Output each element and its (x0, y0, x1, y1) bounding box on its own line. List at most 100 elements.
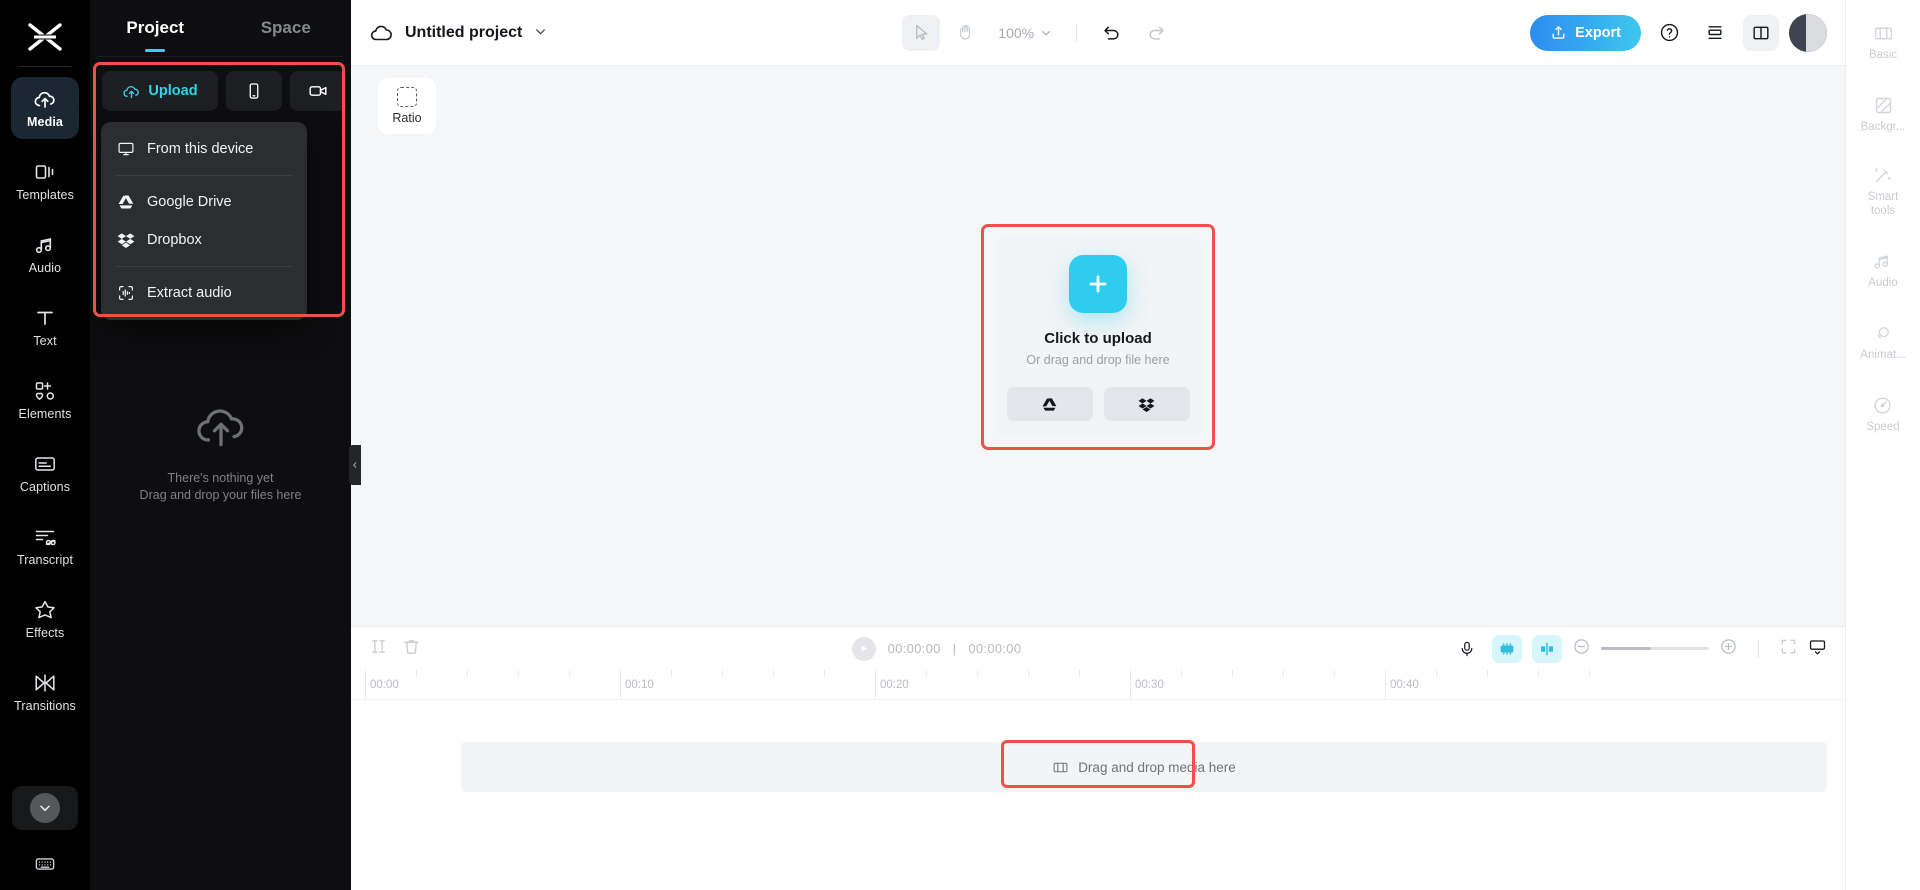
panel-toggle-button[interactable] (1743, 14, 1779, 51)
help-button[interactable] (1651, 15, 1687, 51)
toolbar-divider (1076, 23, 1078, 42)
menu-item-google-drive[interactable]: Google Drive (101, 183, 307, 221)
google-drive-button[interactable] (1006, 387, 1093, 421)
dropbox-icon (117, 233, 135, 248)
keyboard-shortcuts-button[interactable] (22, 844, 68, 884)
collapse-rail-button[interactable] (12, 786, 78, 830)
split-panel-icon (1753, 26, 1769, 39)
panel-resize-handle[interactable] (349, 445, 361, 485)
sidebar-item-media[interactable]: Media (11, 77, 79, 139)
add-media-button[interactable] (1069, 255, 1127, 313)
menu-item-dropbox[interactable]: Dropbox (101, 221, 307, 259)
tab-space[interactable]: Space (221, 0, 352, 56)
rail-divider (19, 66, 71, 67)
play-icon (861, 645, 867, 652)
split-icon (371, 639, 386, 653)
google-drive-icon (1042, 397, 1057, 411)
effects-star-icon (35, 600, 55, 619)
menu-item-extract-audio[interactable]: Extract audio (101, 274, 307, 312)
sidebar-item-label: Text (33, 334, 57, 348)
camera-icon (309, 86, 327, 96)
project-title: Untitled project (405, 23, 523, 41)
upload-from-phone-button[interactable] (226, 71, 282, 111)
hand-tool-button[interactable] (946, 15, 984, 51)
timeline-zoom-slider[interactable] (1601, 647, 1709, 650)
film-basic-icon (1874, 27, 1892, 40)
ruler-tick-minor (1538, 670, 1539, 677)
voiceover-button[interactable] (1452, 635, 1482, 663)
right-item-audio[interactable]: Audio (1868, 240, 1898, 300)
sidebar-item-label: Media (27, 115, 63, 129)
sidebar-item-effects[interactable]: Effects (11, 588, 79, 650)
redo-button[interactable] (1137, 15, 1175, 51)
display-settings-button[interactable] (1808, 637, 1827, 661)
top-bar-actions: Export (1530, 13, 1827, 52)
media-empty-subtitle: Drag and drop your files here (139, 488, 302, 502)
redo-icon (1149, 26, 1164, 40)
ruler-tick-minor (671, 670, 672, 677)
rail-bottom-controls (0, 786, 90, 890)
plus-icon (1089, 275, 1107, 293)
right-item-animation[interactable]: Animat... (1860, 312, 1906, 372)
ruler-tick-minor (416, 670, 417, 677)
timeline-edit-tools (369, 637, 421, 661)
phone-icon (249, 83, 259, 99)
right-item-smart-tools[interactable]: Smart tools (1867, 156, 1899, 228)
avatar[interactable] (1789, 13, 1827, 52)
right-item-label: Backgr... (1860, 121, 1906, 133)
project-menu-chevron-down-icon[interactable] (534, 25, 547, 41)
auto-adjust-toggle[interactable] (1492, 634, 1522, 663)
zoom-out-button[interactable] (1572, 637, 1591, 661)
total-time: 00:00:00 (968, 641, 1022, 656)
ruler-tick-minor (1181, 670, 1182, 677)
sidebar-item-templates[interactable]: Templates (11, 150, 79, 212)
sidebar-item-elements[interactable]: Elements (11, 369, 79, 431)
upload-button-row: Upload (90, 57, 351, 111)
menu-item-label: Dropbox (147, 232, 202, 248)
tab-project[interactable]: Project (90, 0, 221, 56)
film-strip-icon (1053, 762, 1068, 772)
right-item-background[interactable]: Backgr... (1860, 84, 1906, 144)
dropbox-button[interactable] (1103, 387, 1190, 421)
upload-card-title: Click to upload (1044, 330, 1152, 347)
upload-button[interactable]: Upload (102, 71, 218, 111)
ruler-tick-minor (1589, 670, 1590, 677)
click-to-upload-card[interactable]: Click to upload Or drag and drop file he… (994, 238, 1202, 438)
extract-audio-icon (119, 286, 133, 300)
transcript-icon (35, 530, 56, 546)
snap-toggle[interactable] (1532, 634, 1562, 663)
zoom-in-button[interactable] (1719, 637, 1738, 661)
right-item-speed[interactable]: Speed (1866, 384, 1900, 444)
sidebar-item-text[interactable]: Text (11, 296, 79, 358)
zoom-level-dropdown[interactable]: 100% (998, 25, 1052, 41)
sidebar-item-transitions[interactable]: Transitions (11, 661, 79, 723)
sidebar-item-captions[interactable]: Captions (11, 442, 79, 504)
select-tool-button[interactable] (902, 14, 941, 51)
playback-controls: 00:00:00 | 00:00:00 (421, 636, 1452, 661)
menu-item-from-this-device[interactable]: From this device (101, 130, 307, 168)
sidebar-item-audio[interactable]: Audio (11, 223, 79, 285)
cloud-upload-icon (196, 409, 243, 447)
timeline-ruler[interactable]: 00:00 00:10 00:20 00:30 00:40 (351, 670, 1845, 700)
split-button[interactable] (369, 637, 388, 661)
layout-button[interactable] (1697, 15, 1733, 51)
dropbox-icon (1138, 397, 1155, 412)
menu-divider (115, 175, 293, 176)
tab-label: Project (126, 18, 185, 37)
sidebar-item-transcript[interactable]: Transcript (11, 515, 79, 577)
monitor-dropdown-icon (1809, 639, 1826, 654)
delete-button[interactable] (402, 637, 421, 661)
record-button[interactable] (290, 71, 346, 111)
media-dropzone[interactable]: Drag and drop media here (461, 742, 1827, 792)
top-bar: Untitled project 100% Export (351, 0, 1845, 66)
layout-rows-icon (1708, 25, 1722, 39)
ruler-label: 00:20 (880, 679, 909, 691)
fit-to-screen-button[interactable] (1779, 637, 1798, 661)
play-button[interactable] (851, 636, 876, 661)
capcut-logo-icon[interactable] (19, 14, 71, 60)
undo-button[interactable] (1093, 15, 1131, 51)
right-item-basic[interactable]: Basic (1869, 12, 1897, 72)
ratio-button[interactable]: Ratio (378, 78, 436, 134)
right-item-label: Smart tools (1867, 191, 1899, 217)
export-button[interactable]: Export (1530, 14, 1641, 51)
